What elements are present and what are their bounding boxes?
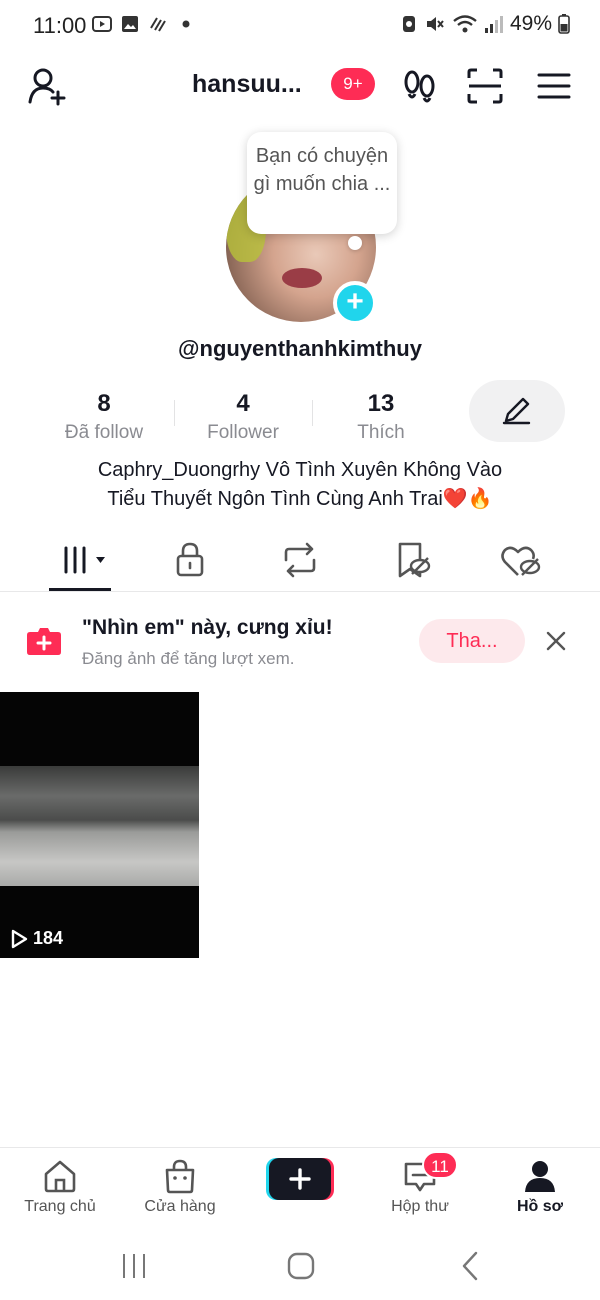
footprints-icon[interactable] [400,66,440,106]
bottom-navigation: Trang chủ Cửa hàng Hộp thư 11 Hồ sơ [0,1147,600,1227]
profile-bio: Caphry_Duongrhy Vô Tình Xuyên Không Vào … [97,459,503,510]
saved-hidden-icon[interactable] [382,540,442,580]
nav-shop[interactable]: Cửa hàng [130,1158,230,1216]
recent-apps-icon[interactable] [116,1250,152,1282]
dot-icon [182,20,190,28]
status-time: 11:00 [33,13,87,38]
back-icon[interactable] [452,1250,488,1282]
system-navigation-bar [0,1230,600,1300]
battery-icon [558,14,570,34]
home-button-icon[interactable] [283,1250,319,1282]
home-icon [44,1160,76,1193]
account-switcher-username[interactable]: hansuu... [192,70,302,99]
banner-title: "Nhìn em" này, cưng xỉu! [82,616,333,639]
liked-hidden-icon[interactable] [490,540,550,580]
pencil-icon [502,397,531,425]
play-icon [11,929,28,948]
content-tabs [0,530,600,592]
scan-icon[interactable] [465,66,505,106]
create-button[interactable] [266,1158,334,1200]
video-thumbnail[interactable]: 184 [0,692,199,958]
nav-profile[interactable]: Hồ sơ [490,1158,590,1216]
add-friend-icon[interactable] [26,64,70,108]
gallery-icon [122,16,138,32]
banner-action-button[interactable]: Tha... [419,619,525,663]
photo-promo-banner: "Nhìn em" này, cưng xỉu! Đăng ảnh để tăn… [0,600,600,682]
status-right: 49% [400,12,570,36]
view-count: 184 [10,928,63,949]
mute-icon [426,17,444,31]
following-stat[interactable]: 8 Đã follow [44,390,164,444]
battery-percentage: 49% [509,12,552,35]
profile-icon [525,1161,555,1192]
close-icon[interactable] [543,628,569,654]
alarm-icon [402,16,415,32]
youtube-icon [92,16,112,32]
status-bar: 11:00 49% [0,0,600,50]
status-bubble[interactable]: Bạn có chuyện gì muốn chia ... [247,132,397,234]
profile-handle: @nguyenthanhkimthuy [178,336,422,361]
add-story-button[interactable]: + [333,281,377,325]
lock-icon[interactable] [160,540,220,580]
followers-stat[interactable]: 4 Follower [183,390,303,444]
likes-stat[interactable]: 13 Thích [321,390,441,444]
add-photo-icon [27,628,61,655]
grid-icon[interactable] [56,540,116,580]
status-notification-icons [92,14,196,34]
notification-badge[interactable]: 9+ [331,68,375,100]
wifi-icon [453,15,477,33]
signal-icon [484,16,503,33]
active-tab-indicator [49,588,111,591]
repost-icon[interactable] [270,540,330,580]
profile-header: hansuu... 9+ [0,58,600,114]
sync-icon [150,17,166,32]
menu-icon[interactable] [534,66,574,106]
inbox-badge: 11 [422,1151,458,1179]
edit-profile-button[interactable] [469,380,565,442]
shopping-bag-icon [165,1159,195,1194]
banner-subtitle: Đăng ảnh để tăng lượt xem. [82,649,295,668]
nav-home[interactable]: Trang chủ [10,1158,110,1216]
